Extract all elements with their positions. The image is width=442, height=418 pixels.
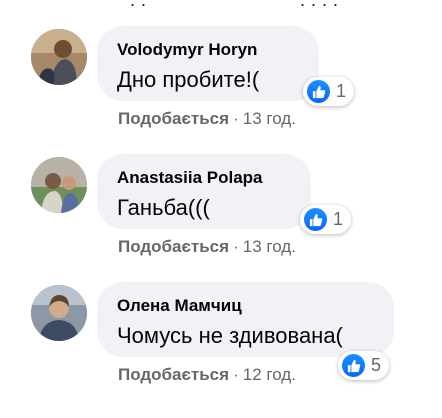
comment-item: Anastasiia Polapa Ганьба((( 1 Подобаєтьс…	[0, 154, 442, 290]
reaction-badge[interactable]: 5	[338, 351, 390, 380]
reaction-badge[interactable]: 1	[303, 77, 355, 106]
reaction-count: 5	[371, 355, 382, 375]
clipped-previous-content: . . . . . .	[0, 0, 442, 18]
like-button[interactable]: Подобається	[118, 237, 229, 256]
comment-text: Ганьба(((	[117, 195, 210, 220]
separator-dot: ·	[233, 237, 239, 256]
comment-text: Дно пробите!(	[117, 67, 260, 92]
separator-dot: ·	[233, 109, 239, 128]
separator-dot: ·	[233, 365, 239, 384]
comment-text: Чомусь не здивована(	[117, 323, 343, 348]
comment-author[interactable]: Anastasiia Polapa	[117, 168, 263, 188]
comment-bubble: Anastasiia Polapa Ганьба(((	[97, 154, 311, 229]
timestamp[interactable]: 13 год.	[243, 109, 296, 128]
comment-author[interactable]: Олена Мамчиц	[117, 296, 242, 316]
thumbs-up-icon	[342, 354, 365, 377]
like-button[interactable]: Подобається	[118, 365, 229, 384]
comment-author[interactable]: Volodymyr Horyn	[117, 40, 257, 60]
clipped-glyphs: . .	[130, 0, 147, 10]
comment-actions: Подобається · 12 год.	[118, 365, 296, 385]
avatar[interactable]	[31, 29, 87, 85]
comment-item: Volodymyr Horyn Дно пробите!( 1 Подобаєт…	[0, 26, 442, 162]
comment-actions: Подобається · 13 год.	[118, 109, 296, 129]
like-button[interactable]: Подобається	[118, 109, 229, 128]
thumbs-up-icon	[304, 208, 327, 231]
timestamp[interactable]: 13 год.	[243, 237, 296, 256]
clipped-glyphs-right: . . . .	[300, 0, 339, 10]
comment-item: Олена Мамчиц Чомусь не здивована( 5 Подо…	[0, 282, 442, 418]
comment-actions: Подобається · 13 год.	[118, 237, 296, 257]
timestamp[interactable]: 12 год.	[243, 365, 296, 384]
comment-bubble: Volodymyr Horyn Дно пробите!(	[97, 26, 319, 101]
comment-bubble: Олена Мамчиц Чомусь не здивована(	[97, 282, 394, 357]
reaction-count: 1	[336, 81, 347, 101]
reaction-count: 1	[333, 209, 344, 229]
reaction-badge[interactable]: 1	[300, 205, 352, 234]
thumbs-up-icon	[307, 80, 330, 103]
avatar[interactable]	[31, 157, 87, 213]
avatar[interactable]	[31, 285, 87, 341]
